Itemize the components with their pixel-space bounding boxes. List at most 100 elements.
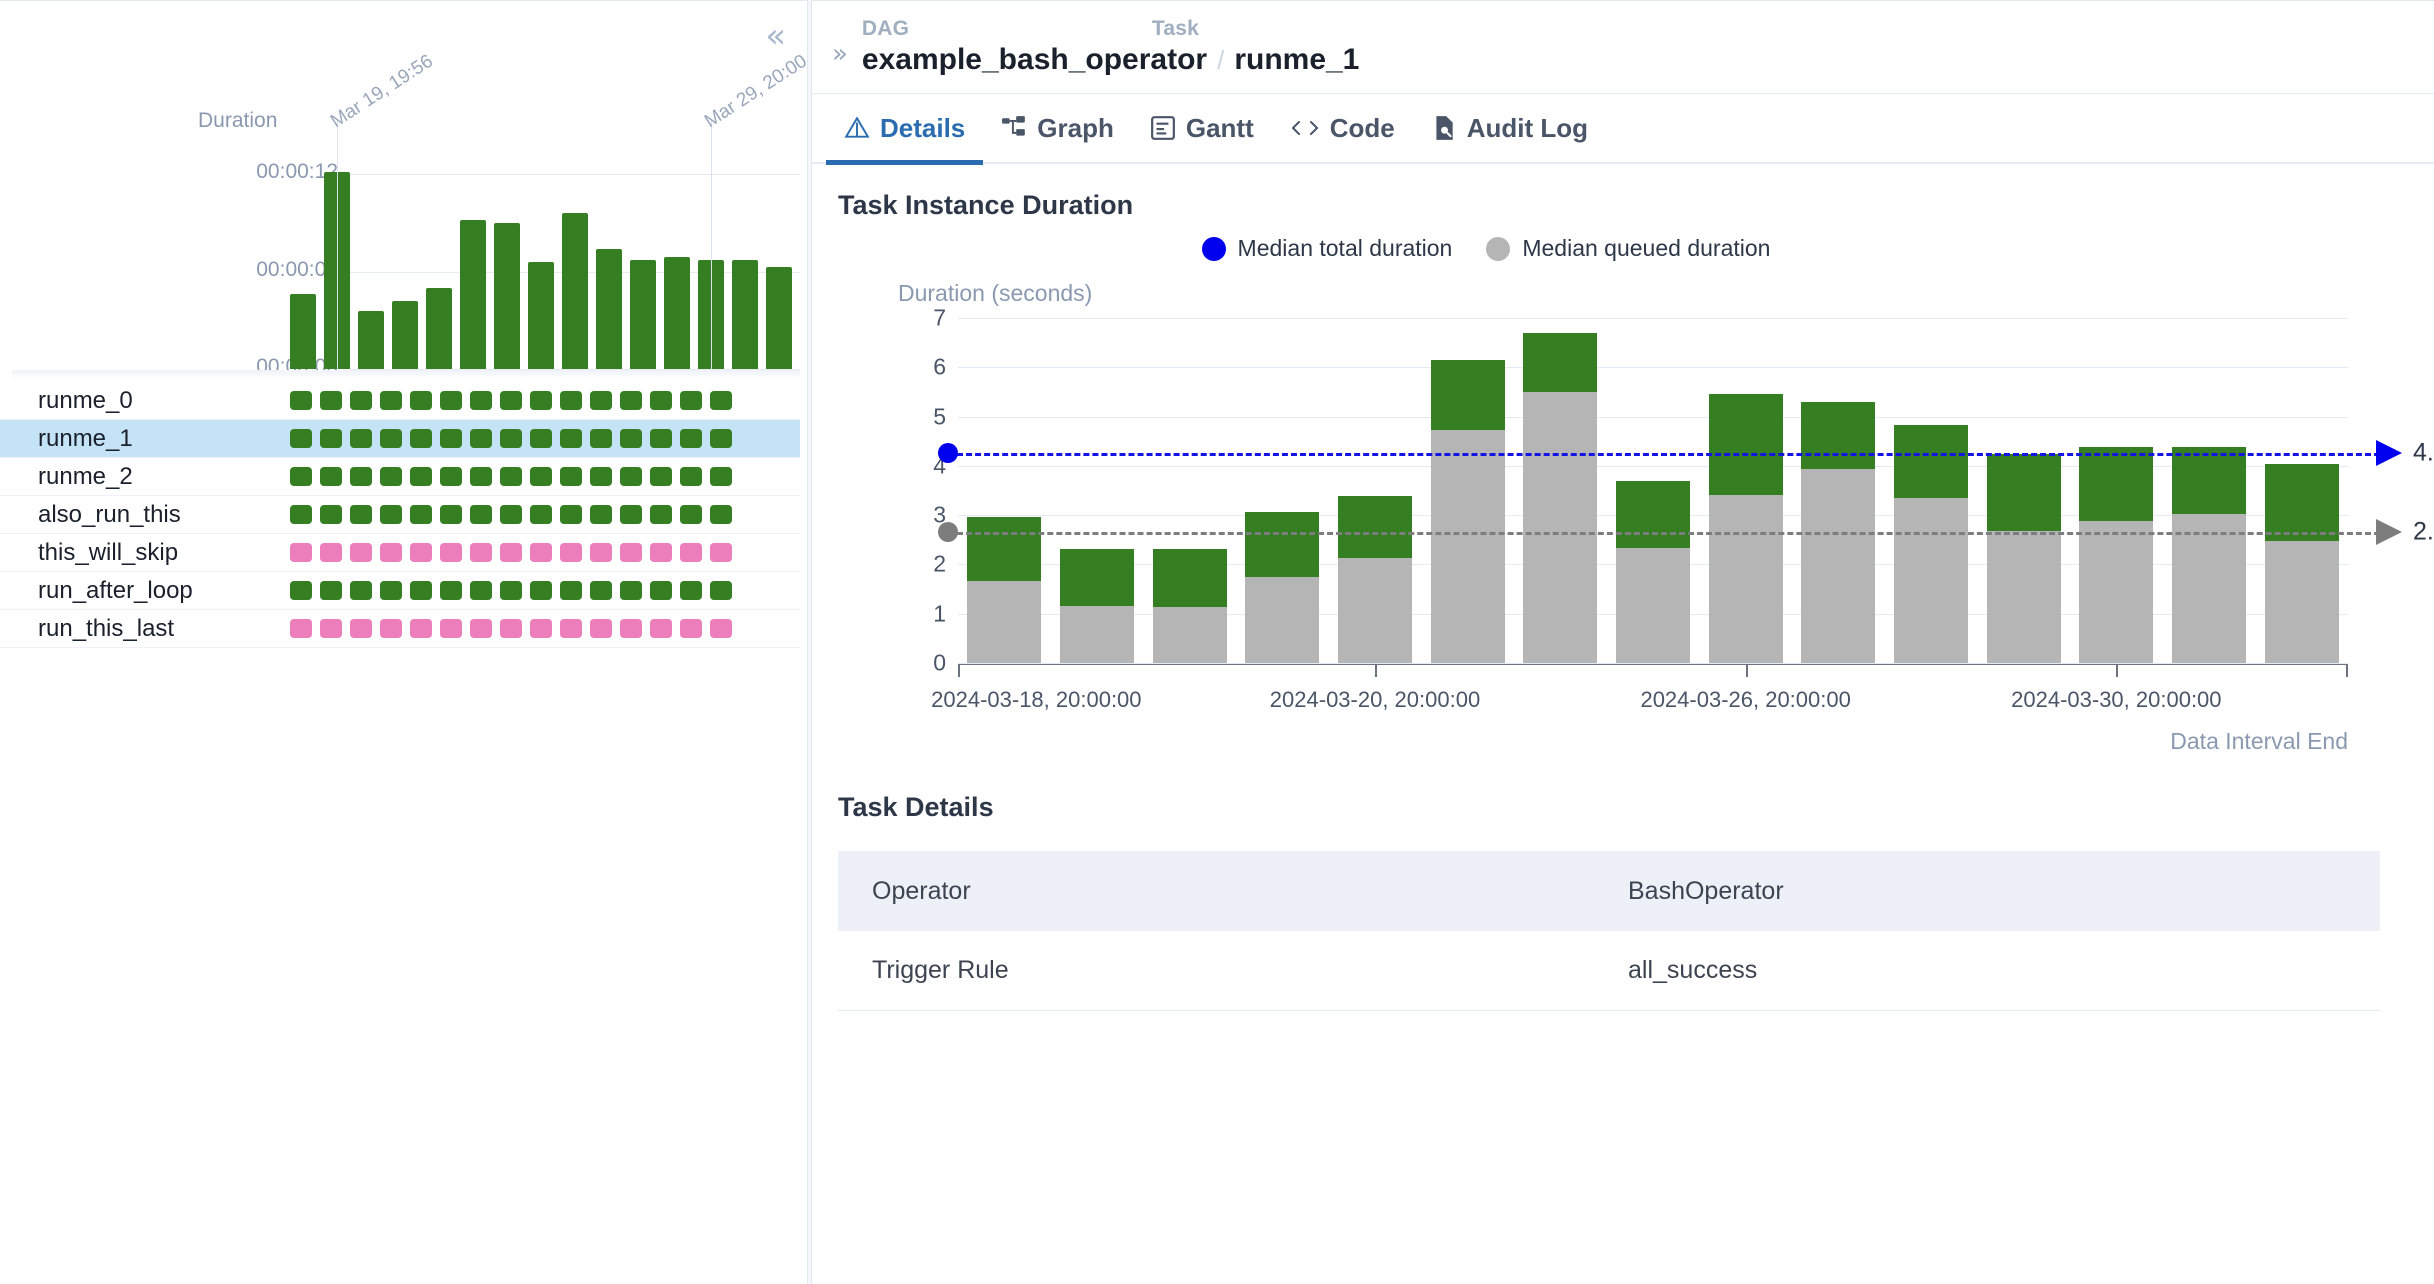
- task-instance-square[interactable]: [710, 619, 732, 638]
- chart-bar[interactable]: [1894, 318, 1968, 663]
- task-instance-square[interactable]: [410, 581, 432, 600]
- chart-bar[interactable]: [2079, 318, 2153, 663]
- task-name-run_this_last[interactable]: run_this_last: [0, 615, 290, 643]
- task-instance-square[interactable]: [500, 619, 522, 638]
- task-instance-square[interactable]: [350, 543, 372, 562]
- task-instance-square[interactable]: [350, 581, 372, 600]
- task-instance-square[interactable]: [320, 467, 342, 486]
- bar-segment-queued-duration[interactable]: [1709, 495, 1783, 663]
- task-name-run_after_loop[interactable]: run_after_loop: [0, 577, 290, 605]
- task-instance-square[interactable]: [440, 581, 462, 600]
- expand-panel-icon[interactable]: »: [832, 39, 848, 69]
- task-instance-square[interactable]: [680, 467, 702, 486]
- mini-chart-bar[interactable]: [426, 288, 452, 369]
- legend-item[interactable]: Median total duration: [1202, 235, 1453, 262]
- task-instance-square[interactable]: [650, 619, 672, 638]
- task-instance-square[interactable]: [620, 543, 642, 562]
- task-instance-square[interactable]: [290, 581, 312, 600]
- task-instance-square[interactable]: [620, 619, 642, 638]
- chart-bar[interactable]: [2172, 318, 2246, 663]
- task-instance-square[interactable]: [680, 581, 702, 600]
- task-name-runme_1[interactable]: runme_1: [0, 425, 290, 453]
- task-name-runme_0[interactable]: runme_0: [0, 387, 290, 415]
- task-instance-square[interactable]: [560, 429, 582, 448]
- task-instance-square[interactable]: [380, 505, 402, 524]
- task-instance-square[interactable]: [710, 429, 732, 448]
- task-instance-square[interactable]: [590, 429, 612, 448]
- chart-bar[interactable]: [1338, 318, 1412, 663]
- task-instance-square[interactable]: [380, 619, 402, 638]
- task-instance-square[interactable]: [380, 581, 402, 600]
- task-instance-square[interactable]: [500, 505, 522, 524]
- task-instance-square[interactable]: [470, 429, 492, 448]
- task-row[interactable]: this_will_skip: [0, 534, 800, 572]
- task-instance-square[interactable]: [560, 581, 582, 600]
- task-instance-square[interactable]: [650, 581, 672, 600]
- bar-segment-queued-duration[interactable]: [1060, 606, 1134, 663]
- task-instance-square[interactable]: [530, 581, 552, 600]
- task-instance-square[interactable]: [530, 619, 552, 638]
- bar-segment-queued-duration[interactable]: [1338, 558, 1412, 663]
- task-instance-square[interactable]: [410, 429, 432, 448]
- task-instance-square[interactable]: [290, 467, 312, 486]
- task-instance-square[interactable]: [500, 543, 522, 562]
- bar-segment-queued-duration[interactable]: [1153, 607, 1227, 663]
- task-instance-square[interactable]: [530, 543, 552, 562]
- task-instance-square[interactable]: [530, 429, 552, 448]
- task-instance-square[interactable]: [590, 543, 612, 562]
- chart-bar[interactable]: [1987, 318, 2061, 663]
- task-instance-square[interactable]: [290, 505, 312, 524]
- task-instance-square[interactable]: [530, 391, 552, 410]
- task-instance-square[interactable]: [530, 467, 552, 486]
- tab-audit-log[interactable]: Audit Log: [1413, 93, 1606, 163]
- bar-segment-queued-duration[interactable]: [1987, 531, 2061, 663]
- task-instance-square[interactable]: [530, 505, 552, 524]
- task-instance-square[interactable]: [710, 391, 732, 410]
- task-instance-square[interactable]: [410, 467, 432, 486]
- task-instance-square[interactable]: [350, 429, 372, 448]
- task-instance-square[interactable]: [560, 543, 582, 562]
- mini-chart-bar[interactable]: [358, 311, 384, 370]
- task-instance-square[interactable]: [470, 543, 492, 562]
- task-instance-square[interactable]: [680, 429, 702, 448]
- task-instance-square[interactable]: [590, 505, 612, 524]
- bar-segment-queued-duration[interactable]: [1523, 392, 1597, 663]
- task-instance-square[interactable]: [620, 467, 642, 486]
- task-instance-square[interactable]: [470, 619, 492, 638]
- chart-bar[interactable]: [1616, 318, 1690, 663]
- task-instance-square[interactable]: [500, 467, 522, 486]
- task-instance-square[interactable]: [500, 429, 522, 448]
- chart-bar[interactable]: [1523, 318, 1597, 663]
- task-row[interactable]: run_after_loop: [0, 572, 800, 610]
- task-instance-square[interactable]: [680, 619, 702, 638]
- task-row[interactable]: runme_1: [0, 420, 800, 458]
- task-instance-square[interactable]: [500, 391, 522, 410]
- task-instance-square[interactable]: [320, 391, 342, 410]
- task-instance-square[interactable]: [380, 391, 402, 410]
- task-instance-square[interactable]: [350, 391, 372, 410]
- chart-bar[interactable]: [1709, 318, 1783, 663]
- bar-segment-queued-duration[interactable]: [2079, 521, 2153, 663]
- task-instance-square[interactable]: [650, 391, 672, 410]
- task-instance-square[interactable]: [440, 467, 462, 486]
- task-row[interactable]: runme_2: [0, 458, 800, 496]
- tab-code[interactable]: Code: [1272, 93, 1413, 163]
- task-instance-square[interactable]: [710, 543, 732, 562]
- task-instance-square[interactable]: [710, 467, 732, 486]
- breadcrumb-task-name[interactable]: runme_1: [1234, 43, 1359, 77]
- mini-chart-bar[interactable]: [664, 257, 690, 369]
- task-instance-square[interactable]: [440, 429, 462, 448]
- mini-chart-bar[interactable]: [630, 260, 656, 369]
- task-instance-square[interactable]: [710, 581, 732, 600]
- mini-chart-bar[interactable]: [732, 260, 758, 369]
- task-instance-square[interactable]: [590, 619, 612, 638]
- task-instance-square[interactable]: [380, 543, 402, 562]
- task-instance-square[interactable]: [620, 391, 642, 410]
- task-instance-square[interactable]: [590, 581, 612, 600]
- task-instance-square[interactable]: [470, 581, 492, 600]
- mini-chart-bar[interactable]: [562, 213, 588, 369]
- task-instance-square[interactable]: [620, 505, 642, 524]
- task-instance-square[interactable]: [290, 391, 312, 410]
- task-instance-square[interactable]: [320, 619, 342, 638]
- tab-gantt[interactable]: Gantt: [1132, 93, 1272, 163]
